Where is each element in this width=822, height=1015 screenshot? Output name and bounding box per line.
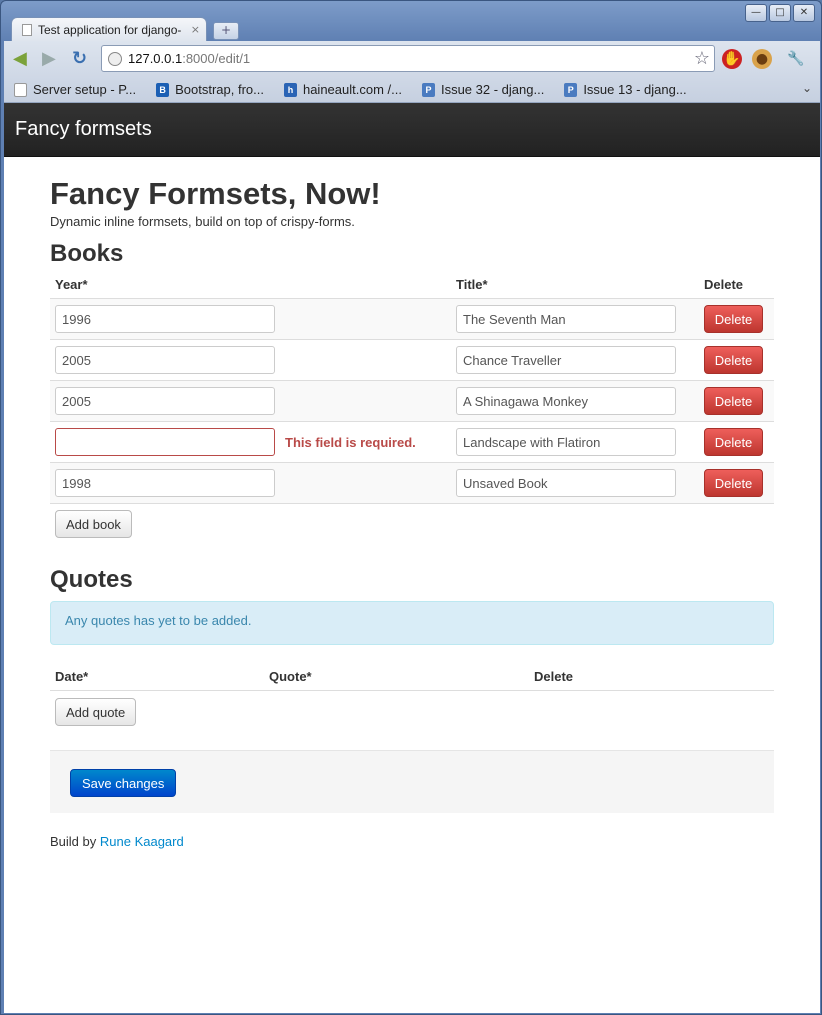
tab-close-icon[interactable]: × [191,23,200,36]
delete-button[interactable]: Delete [704,305,763,333]
add-book-button[interactable]: Add book [55,510,132,538]
url-path: :8000/edit/1 [182,51,251,66]
cookie-icon[interactable]: ● [752,49,772,69]
wrench-icon[interactable]: 🔧 [786,49,806,69]
new-tab-button[interactable]: + [213,22,239,40]
title-input[interactable]: Chance Traveller [456,346,676,374]
books-header-row: Year* Title* Delete [50,269,774,299]
bookmark-label: Issue 32 - djang... [440,82,545,97]
page-lead: Dynamic inline formsets, build on top of… [50,214,355,229]
title-input[interactable]: Landscape with Flatiron [456,428,676,456]
save-changes-button[interactable]: Save changes [70,769,177,797]
bookmark-item[interactable]: B Bootstrap, fro... [156,82,264,97]
date-column-header: Date* [50,661,264,691]
issue-icon: P [421,82,435,97]
navbar-brand[interactable]: Fancy formsets [15,118,152,141]
table-row: This field is required. Landscape with F… [50,421,774,463]
top-navbar: Fancy formsets [4,103,820,157]
bookmark-label: haineault.com /... [302,82,402,97]
delete-column-header: Delete [699,269,774,299]
bookmark-item[interactable]: h haineault.com /... [283,82,402,97]
delete-column-header: Delete [529,661,774,691]
bookmark-item[interactable]: P Issue 32 - djang... [421,82,545,97]
haineault-icon: h [283,82,297,97]
add-quote-button[interactable]: Add quote [55,698,137,726]
field-error-message: This field is required. [285,434,416,450]
tab-title: Test application for django- [38,22,182,37]
footer-prefix: Build by [50,834,97,849]
year-input[interactable]: 1998 [55,469,275,497]
window-controls: — □ ✕ [745,4,815,22]
delete-button[interactable]: Delete [704,469,763,497]
window-close-button[interactable]: ✕ [793,4,815,22]
page-title: Fancy Formsets, Now! [50,176,381,211]
form-actions: Save changes [50,750,774,813]
url-host: 127.0.0.1 [128,51,183,66]
delete-button[interactable]: Delete [704,428,763,456]
bookmark-star-icon[interactable]: ☆ [694,48,710,69]
page-icon [22,23,32,36]
quote-column-header: Quote* [264,661,529,691]
bookmark-label: Bootstrap, fro... [175,82,264,97]
browser-window: — □ ✕ Test application for django- × + ◀… [0,0,822,1015]
main-container: Fancy Formsets, Now! Dynamic inline form… [50,156,774,849]
bookmark-label: Server setup - P... [33,82,137,97]
quotes-header-row: Date* Quote* Delete [50,661,774,691]
globe-icon [108,51,122,66]
bootstrap-icon: B [156,82,170,97]
title-column-header: Title* [451,269,699,299]
year-input[interactable]: 2005 [55,346,275,374]
delete-button[interactable]: Delete [704,387,763,415]
address-bar[interactable]: 127.0.0.1 :8000/edit/1 ☆ [101,45,715,72]
chevron-down-icon[interactable]: ⌄ [802,81,812,95]
back-arrow-icon[interactable]: ◀ [13,50,27,68]
minimize-button[interactable]: — [745,4,767,22]
bookmark-item[interactable]: Server setup - P... [14,82,136,97]
reload-icon[interactable]: ↻ [72,50,87,68]
bookmark-label: Issue 13 - djang... [583,82,687,97]
books-heading: Books [50,240,124,267]
bookmarks-bar: Server setup - P... B Bootstrap, fro... … [4,77,820,103]
table-row: 2005 Chance Traveller Delete [50,339,774,381]
adblock-icon[interactable]: ✋ [722,49,742,69]
author-link[interactable]: Rune Kaagard [100,834,184,849]
delete-button[interactable]: Delete [704,346,763,374]
issue-icon: P [564,82,578,97]
browser-toolbar: ◀ ▶ ↻ 127.0.0.1 :8000/edit/1 ☆ ✋ ● 🔧 [4,41,820,77]
table-row: 2005 A Shinagawa Monkey Delete [50,380,774,422]
books-table: Year* Title* Delete 1996 The Seventh Man… [50,269,774,504]
forward-arrow-icon[interactable]: ▶ [42,50,56,68]
page-icon [14,82,27,97]
table-row: 1998 Unsaved Book Delete [50,462,774,504]
page-viewport: Fancy formsets Fancy Formsets, Now! Dyna… [4,103,820,1013]
year-input[interactable]: 1996 [55,305,275,333]
year-input[interactable]: 2005 [55,387,275,415]
footer: Build by Rune Kaagard [50,834,774,849]
browser-tab[interactable]: Test application for django- × [11,17,207,41]
title-input[interactable]: A Shinagawa Monkey [456,387,676,415]
title-input[interactable]: The Seventh Man [456,305,676,333]
year-input[interactable] [55,428,275,456]
maximize-button[interactable]: □ [769,4,791,22]
year-column-header: Year* [50,269,451,299]
quotes-empty-alert: Any quotes has yet to be added. [50,601,774,645]
quotes-table: Date* Quote* Delete [50,661,774,691]
bookmark-item[interactable]: P Issue 13 - djang... [564,82,687,97]
quotes-heading: Quotes [50,566,133,593]
title-input[interactable]: Unsaved Book [456,469,676,497]
table-row: 1996 The Seventh Man Delete [50,298,774,340]
